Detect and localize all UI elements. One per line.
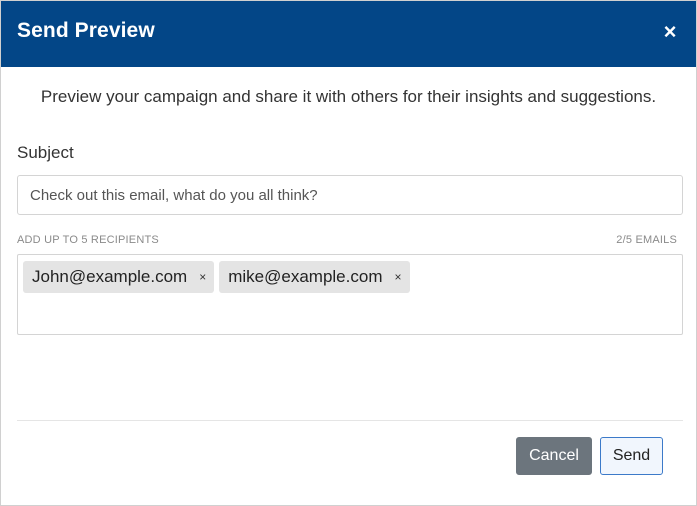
recipient-email: John@example.com: [32, 267, 188, 286]
recipient-email: mike@example.com: [228, 267, 383, 286]
remove-recipient-icon[interactable]: ×: [199, 271, 206, 283]
send-button[interactable]: Send: [600, 437, 663, 475]
recipient-chip: mike@example.com ×: [219, 261, 410, 293]
recipients-label: ADD UP TO 5 RECIPIENTS: [17, 234, 159, 246]
subject-input[interactable]: [17, 175, 683, 215]
footer-divider: [17, 420, 683, 421]
cancel-button[interactable]: Cancel: [516, 437, 592, 475]
close-icon[interactable]: ×: [658, 20, 682, 44]
intro-text: Preview your campaign and share it with …: [40, 87, 657, 106]
dialog-header: Send Preview ×: [1, 1, 696, 67]
recipients-input[interactable]: John@example.com × mike@example.com ×: [17, 254, 683, 335]
dialog-title: Send Preview: [17, 19, 155, 42]
subject-label: Subject: [17, 143, 74, 162]
recipients-count: 2/5 EMAILS: [616, 234, 677, 246]
send-preview-dialog: Send Preview × Preview your campaign and…: [0, 0, 697, 506]
remove-recipient-icon[interactable]: ×: [394, 271, 401, 283]
recipient-chip: John@example.com ×: [23, 261, 215, 293]
